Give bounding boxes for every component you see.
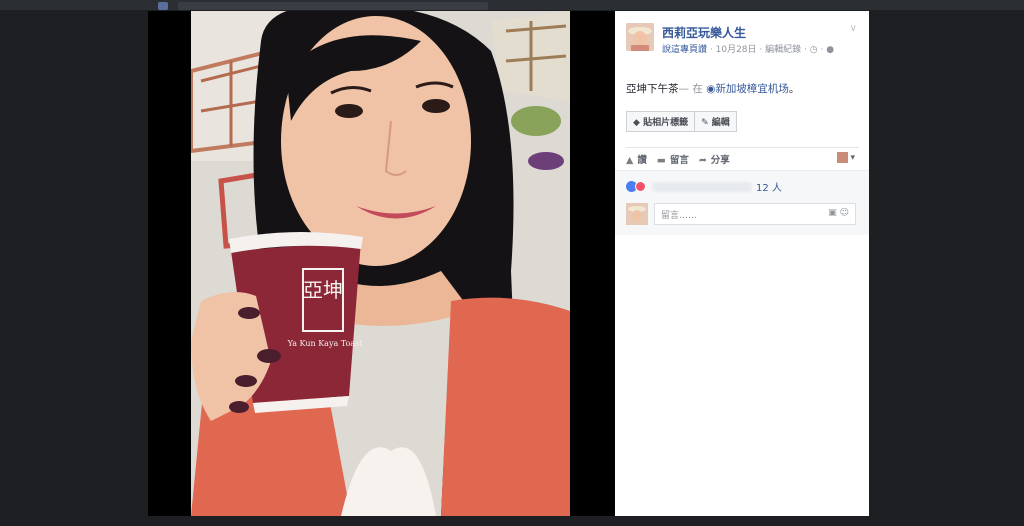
page-avatar[interactable] (626, 23, 654, 51)
comment-button[interactable]: ▬ 留言 (657, 152, 689, 166)
bottom-strip (0, 516, 1024, 526)
reactions-area: 12 人 留言…… ▣ ☺ (615, 170, 869, 235)
comment-input-icons: ▣ ☺ (828, 208, 849, 218)
tag-photo-button[interactable]: ◆ 貼相片標籤 (626, 111, 696, 132)
post-meta: 說這專頁讚 · 10月28日 · 編輯紀錄 · ◷ · ● (662, 42, 834, 55)
post-caption: 亞坤下午茶— 在 ◉新加坡樟宜机场。 (626, 81, 799, 96)
comment-placeholder: 留言…… (661, 211, 698, 221)
cup-logo-top: 亞坤 (303, 278, 343, 302)
share-button[interactable]: ➦ 分享 (699, 152, 730, 166)
edit-history-link[interactable]: 編輯紀錄 (765, 45, 801, 55)
user-avatar (626, 203, 648, 225)
post-actions: ▲ 讚 ▬ 留言 ➦ 分享 (626, 152, 730, 166)
location-pin-icon: ◉ (706, 83, 716, 95)
tag-photo-label: 貼相片標籤 (643, 118, 689, 128)
clock-icon: ◷ (809, 45, 818, 55)
caption-at: — 在 (678, 83, 703, 95)
emoji-icon[interactable]: ☺ (840, 208, 849, 218)
pencil-icon: ✎ (701, 118, 712, 128)
thumbs-up-icon: ▲ (626, 155, 634, 166)
cup-brand-text: Ya Kun Kaya Toast (287, 339, 364, 348)
like-button[interactable]: ▲ 讚 (626, 152, 647, 166)
comment-label: 留言 (669, 155, 689, 166)
reaction-summary[interactable]: 12 人 (626, 179, 782, 194)
location-link[interactable]: 新加坡樟宜机场 (715, 83, 789, 95)
photo-tools: ◆ 貼相片標籤 ✎ 編輯 (626, 111, 737, 132)
tag-icon: ◆ (633, 118, 644, 128)
share-icon: ➦ (698, 155, 707, 166)
globe-icon[interactable]: ● (826, 45, 834, 55)
caption-text: 亞坤下午茶 (626, 83, 679, 95)
divider (626, 147, 859, 148)
mini-avatar (836, 152, 848, 163)
caption-end: 。 (788, 83, 800, 95)
facebook-icon[interactable] (158, 2, 168, 10)
post-side-panel: 西莉亞玩樂人生 說這專頁讚 · 10月28日 · 編輯紀錄 · ◷ · ● ∨ … (615, 11, 869, 516)
selfie-illustration: 亞坤 Ya Kun Kaya Toast (191, 11, 570, 516)
search-bar[interactable] (178, 2, 488, 10)
blurred-names (652, 181, 752, 192)
audience-selector[interactable]: ▾ (836, 152, 855, 163)
browser-top-bar (0, 0, 1024, 10)
post-date[interactable]: 10月28日 (716, 45, 757, 55)
like-page-link[interactable]: 說這專頁讚 (662, 45, 707, 55)
share-label: 分享 (710, 155, 730, 166)
chevron-down-icon[interactable]: ∨ (850, 23, 857, 34)
love-reaction-icon (635, 181, 646, 192)
like-label: 讚 (637, 155, 647, 166)
edit-button[interactable]: ✎ 編輯 (695, 111, 737, 132)
edit-label: 編輯 (711, 118, 730, 128)
comment-icon: ▬ (656, 155, 666, 166)
comment-input[interactable]: 留言…… ▣ ☺ (654, 203, 856, 225)
photo-viewer: 亞坤 Ya Kun Kaya Toast (148, 11, 615, 516)
camera-icon[interactable]: ▣ (828, 208, 837, 218)
comment-composer: 留言…… ▣ ☺ (626, 203, 858, 225)
page-name-link[interactable]: 西莉亞玩樂人生 (662, 24, 746, 41)
reaction-count: 12 人 (756, 183, 782, 194)
caret-down-icon: ▾ (850, 153, 855, 163)
post-photo[interactable]: 亞坤 Ya Kun Kaya Toast (191, 11, 570, 516)
